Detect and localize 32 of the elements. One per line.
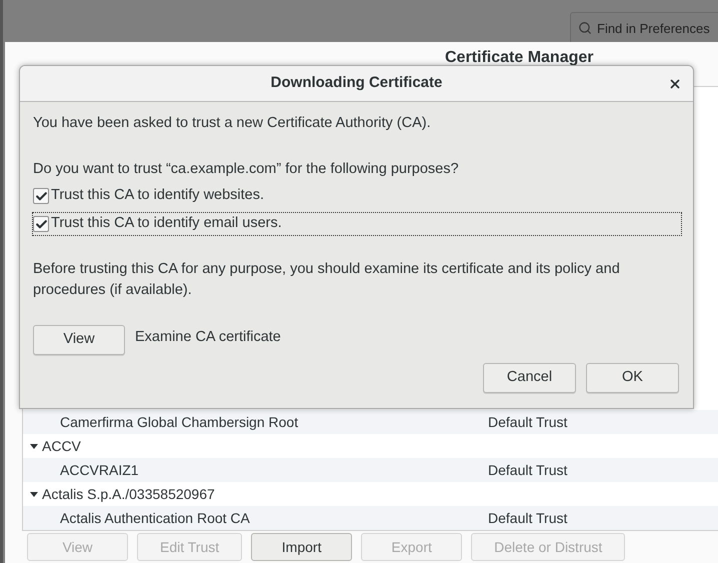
checkbox[interactable]: [33, 188, 49, 204]
group-name: Actalis S.p.A./03358520967: [42, 484, 215, 504]
dialog-title: Downloading Certificate: [270, 73, 442, 94]
window-title: Certificate Manager: [445, 49, 594, 66]
search-field[interactable]: Find in Preferences: [570, 12, 718, 44]
certificate-name: Camerfirma Global Chambersign Root: [59, 412, 300, 432]
intro-text: You have been asked to trust a new Certificate Authority (CA).: [33, 114, 432, 133]
view-button[interactable]: View: [33, 325, 125, 355]
close-icon: [668, 77, 682, 91]
check-icon: [34, 190, 48, 202]
tree-row[interactable]: Camerfirma Global Chambersign Root Default Trust: [23, 410, 718, 434]
expander-icon[interactable]: [29, 441, 39, 451]
group-name: ACCV: [42, 436, 81, 456]
dialog-button[interactable]: Cancel: [483, 363, 576, 393]
search-icon: [578, 21, 592, 35]
trust-value: Default Trust: [488, 508, 568, 528]
tree-row[interactable]: ACCVRAIZ1 Default Trust: [23, 458, 718, 482]
checkbox[interactable]: [33, 216, 49, 232]
certificate-name: ACCVRAIZ1: [59, 460, 140, 480]
tree-row[interactable]: Actalis Authentication Root CA Default Trust: [23, 506, 718, 530]
certificate-name: Actalis Authentication Root CA: [59, 508, 251, 528]
check-icon: [34, 218, 48, 230]
trust-value: Default Trust: [488, 412, 568, 432]
view-hint: Examine CA certificate: [135, 328, 281, 348]
trust-option[interactable]: Trust this CA to identify websites.: [33, 185, 264, 207]
trust-option[interactable]: Trust this CA to identify email users.: [33, 213, 681, 235]
question-text: Do you want to trust “ca.example.com” for the following purposes?: [33, 160, 460, 179]
note-text: Before trusting this CA for any purpose, you should examine its certificate and its policy and procedures (if available).: [33, 260, 621, 300]
action-button[interactable]: Import: [251, 533, 352, 561]
expander-icon[interactable]: [29, 489, 39, 499]
dialog-button[interactable]: OK: [586, 363, 679, 393]
trust-value: Default Trust: [488, 460, 568, 480]
